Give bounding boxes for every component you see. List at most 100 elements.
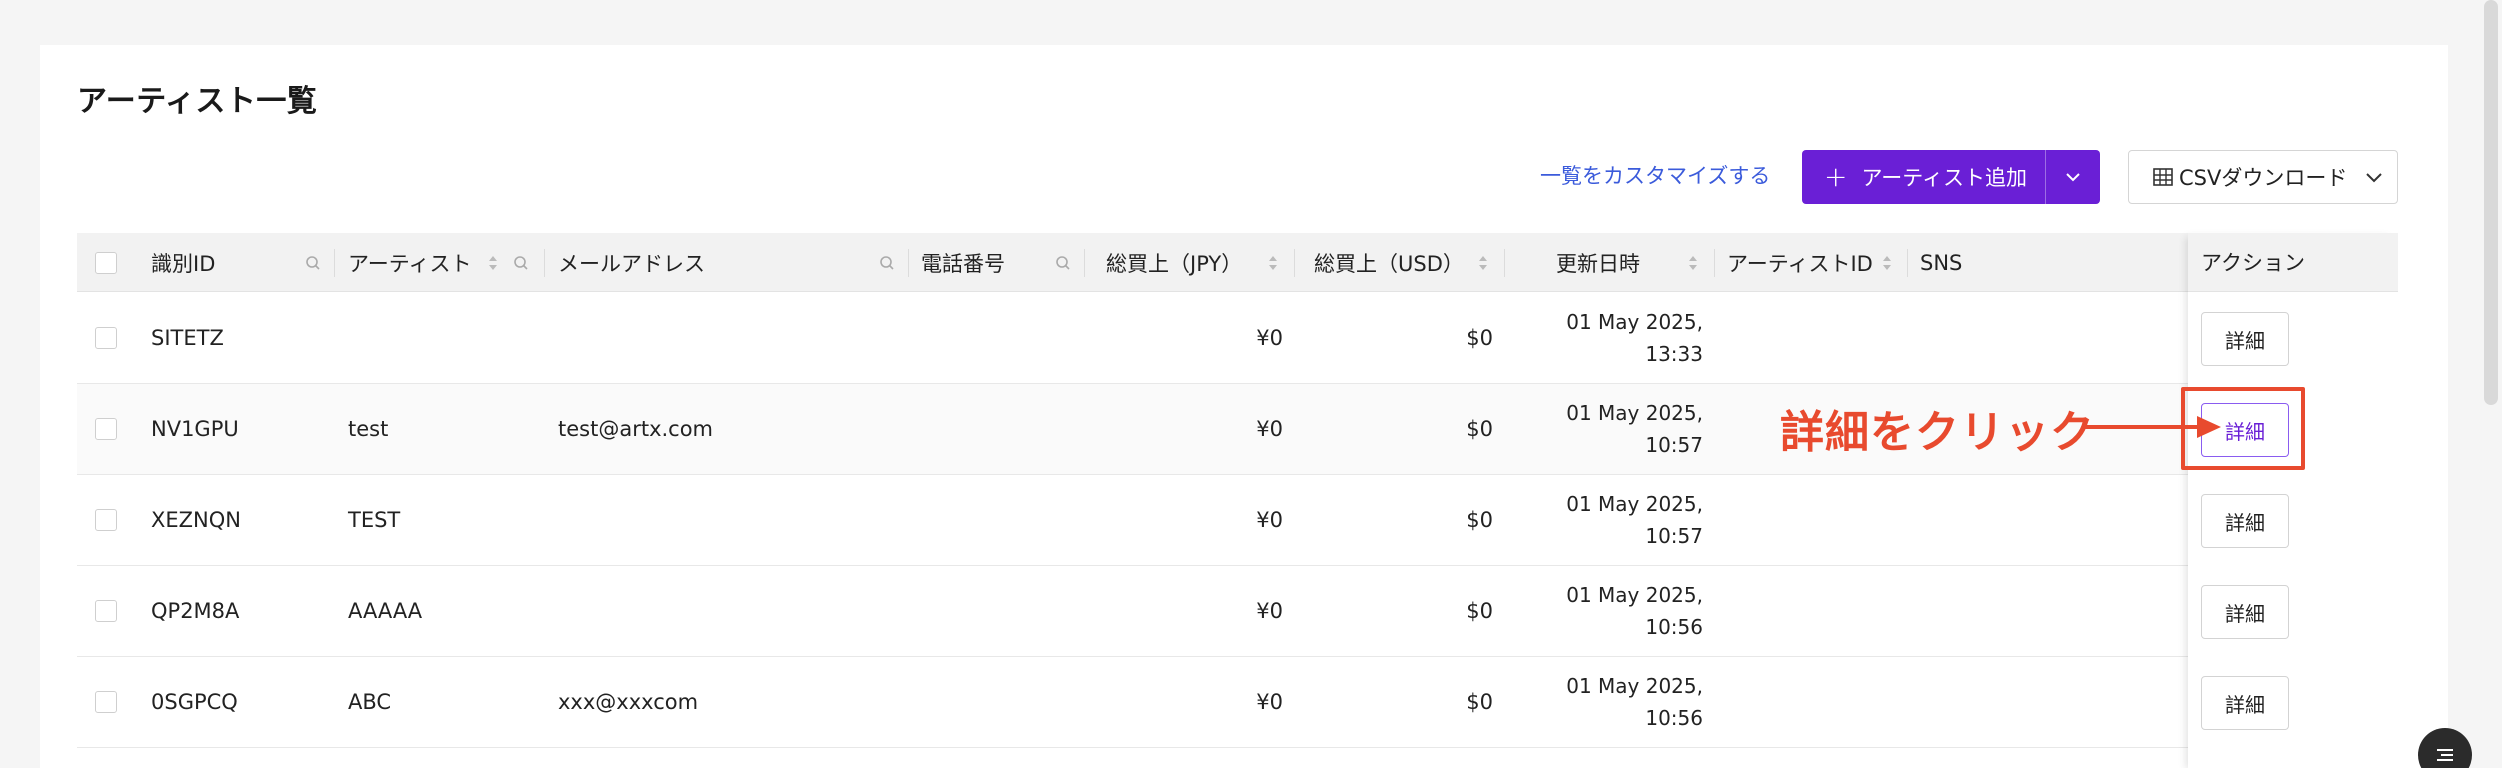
col-updated-label: 更新日時 xyxy=(1556,251,1640,276)
table-cell xyxy=(909,566,1085,656)
table-cell: 01 May 2025, 10:56 xyxy=(1505,657,1715,747)
row-checkbox[interactable] xyxy=(95,691,117,713)
cell-updated: 01 May 2025, 10:57 xyxy=(1566,397,1703,461)
select-all-cell xyxy=(77,233,135,292)
select-cell xyxy=(77,475,135,565)
table-cell: $0 xyxy=(1295,657,1505,747)
col-sales-usd[interactable]: 総買上（USD） xyxy=(1295,233,1505,292)
table-cell: AAAAA xyxy=(335,566,545,656)
col-email[interactable]: メールアドレス xyxy=(545,233,909,292)
table-cell: ¥0 xyxy=(1085,657,1295,747)
select-cell xyxy=(77,293,135,383)
col-action: アクション xyxy=(2188,233,2398,292)
col-artist[interactable]: アーティスト xyxy=(335,233,545,292)
cell-id: 0SGPCQ xyxy=(151,690,238,714)
col-artist-id[interactable]: アーティストID xyxy=(1715,233,1908,292)
table-row[interactable]: QP2M8A AAAAA ¥0 $0 01 May 2025, 10:56 xyxy=(77,566,2398,657)
table-cell: ABC xyxy=(335,657,545,747)
list-icon xyxy=(2437,749,2453,761)
table-cell xyxy=(545,475,909,565)
cell-usd: $0 xyxy=(1466,417,1493,441)
col-sales-jpy[interactable]: 総買上（JPY） xyxy=(1085,233,1295,292)
cell-updated: 01 May 2025, 10:56 xyxy=(1566,670,1703,734)
cell-artist: test xyxy=(348,417,389,441)
search-icon[interactable] xyxy=(305,255,321,271)
sort-icon[interactable] xyxy=(1881,254,1893,272)
table-cell: TEST xyxy=(335,475,545,565)
search-icon[interactable] xyxy=(513,255,529,271)
col-updated[interactable]: 更新日時 xyxy=(1505,233,1715,292)
col-id-label: 識別ID xyxy=(151,251,216,276)
chevron-down-icon xyxy=(2366,172,2383,182)
table-cell: $0 xyxy=(1295,566,1505,656)
cell-email: test@artx.com xyxy=(558,417,714,441)
row-checkbox[interactable] xyxy=(95,327,117,349)
table-cell: ¥0 xyxy=(1085,293,1295,383)
cell-updated: 01 May 2025, 10:56 xyxy=(1566,579,1703,643)
table-cell: xxx@xxxcom xyxy=(545,657,909,747)
cell-artist: AAAAA xyxy=(348,599,423,623)
add-artist-dropdown-button[interactable] xyxy=(2046,150,2100,204)
cell-updated-date: 01 May 2025, xyxy=(1566,674,1703,698)
cell-usd: $0 xyxy=(1466,508,1493,532)
table-row[interactable]: SITETZ ¥0 $0 01 May 2025, 13:33 xyxy=(77,293,2398,384)
sort-icon[interactable] xyxy=(487,254,499,272)
help-button[interactable] xyxy=(2418,728,2472,768)
table-cell xyxy=(909,475,1085,565)
table-cell: $0 xyxy=(1295,293,1505,383)
table-cell xyxy=(335,293,545,383)
cell-id: NV1GPU xyxy=(151,417,239,441)
col-sns-label: SNS xyxy=(1920,250,1963,275)
table-cell: test xyxy=(335,384,545,474)
cell-jpy: ¥0 xyxy=(1256,599,1283,623)
table-row[interactable]: 0SGPCQ ABC xxx@xxxcom ¥0 $0 01 May 2025, 10:56 xyxy=(77,657,2398,748)
table-cell: 01 May 2025, 10:57 xyxy=(1505,475,1715,565)
cell-jpy: ¥0 xyxy=(1256,508,1283,532)
table-cell: $0 xyxy=(1295,475,1505,565)
detail-button[interactable]: 詳細 xyxy=(2201,676,2289,730)
table-cell: NV1GPU xyxy=(135,384,335,474)
table-cell: XEZNQN xyxy=(135,475,335,565)
table-header: 識別ID アーティスト メールアドレス 電話番号 総買上（JPY） 総買上（US… xyxy=(77,233,2398,292)
sort-icon[interactable] xyxy=(1687,254,1699,272)
partial-row-text: ・・・・・・・ xyxy=(270,756,417,768)
add-artist-button[interactable]: + アーティスト追加 xyxy=(1802,150,2046,204)
cell-usd: $0 xyxy=(1466,326,1493,350)
table-cell: 01 May 2025, 10:56 xyxy=(1505,566,1715,656)
table-cell xyxy=(545,293,909,383)
col-sales-jpy-label: 総買上（JPY） xyxy=(1106,251,1243,276)
annotation-text: 詳細をクリック xyxy=(1780,407,2095,458)
action-column: アクション 詳細 詳細 詳細 詳細 詳細 xyxy=(2188,233,2398,768)
col-sns[interactable]: SNS xyxy=(1908,233,2228,292)
sort-icon[interactable] xyxy=(1267,254,1279,272)
col-action-label: アクション xyxy=(2201,251,2305,275)
customize-list-link[interactable]: 一覧をカスタマイズする xyxy=(1540,160,1770,190)
row-checkbox[interactable] xyxy=(95,509,117,531)
detail-button[interactable]: 詳細 xyxy=(2201,494,2289,548)
table-cell: 0SGPCQ xyxy=(135,657,335,747)
table-cell xyxy=(909,657,1085,747)
detail-button[interactable]: 詳細 xyxy=(2201,585,2289,639)
col-email-label: メールアドレス xyxy=(558,251,705,276)
col-id[interactable]: 識別ID xyxy=(135,233,335,292)
detail-button[interactable]: 詳細 xyxy=(2201,312,2289,366)
row-checkbox[interactable] xyxy=(95,418,117,440)
table-cell: test@artx.com xyxy=(545,384,909,474)
sort-icon[interactable] xyxy=(1477,254,1489,272)
table-cell: ¥0 xyxy=(1085,566,1295,656)
table-row[interactable]: XEZNQN TEST ¥0 $0 01 May 2025, 10:57 xyxy=(77,475,2398,566)
cell-usd: $0 xyxy=(1466,599,1493,623)
row-checkbox[interactable] xyxy=(95,600,117,622)
search-icon[interactable] xyxy=(1055,255,1071,271)
csv-download-label: CSVダウンロード xyxy=(2179,166,2348,190)
chevron-down-icon xyxy=(2066,173,2080,182)
csv-download-button[interactable]: CSVダウンロード xyxy=(2128,150,2398,204)
page-scrollbar[interactable] xyxy=(2484,0,2498,405)
col-phone-label: 電話番号 xyxy=(921,251,1005,276)
table-cell: QP2M8A xyxy=(135,566,335,656)
select-all-checkbox[interactable] xyxy=(95,251,117,274)
search-icon[interactable] xyxy=(879,255,895,271)
cell-updated-time: 10:57 xyxy=(1645,524,1703,548)
col-phone[interactable]: 電話番号 xyxy=(909,233,1085,292)
plus-icon: + xyxy=(1824,160,1848,193)
